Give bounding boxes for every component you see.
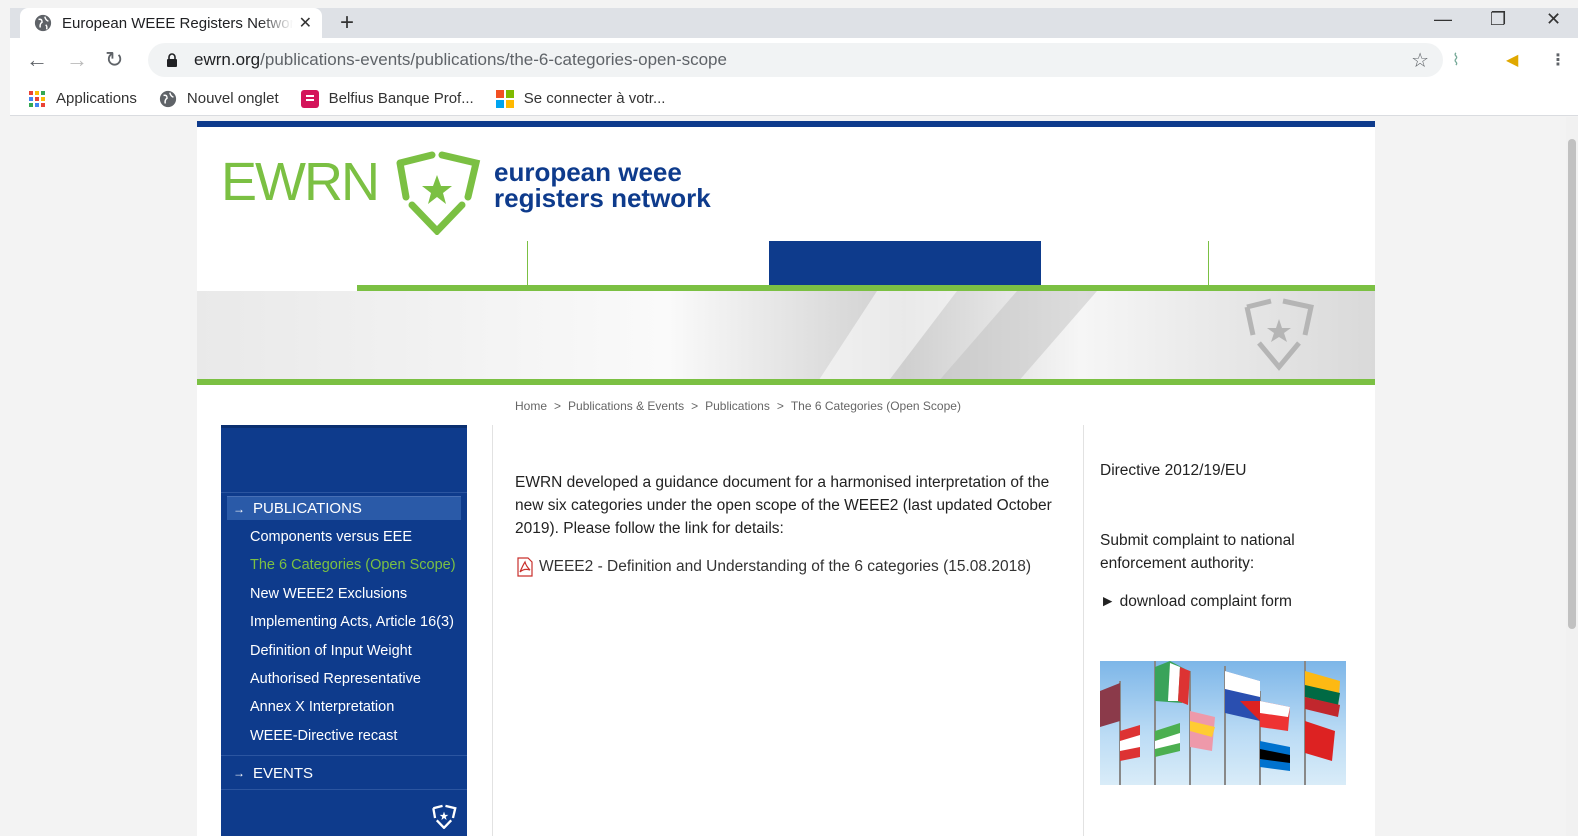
bookmark-belfius[interactable]: Belfius Banque Prof... [300, 89, 474, 108]
new-tab-icon[interactable]: + [340, 8, 354, 38]
pdf-icon [517, 557, 533, 577]
sidebar-section-label: PUBLICATIONS [253, 500, 362, 517]
tab-strip: European WEEE Registers Network ✕ + — ❐ … [10, 8, 1578, 38]
bookmark-label: Se connecter à votr... [523, 90, 666, 107]
site-header: EWRN european weee registers network [197, 127, 1375, 241]
nav-item-active[interactable] [769, 241, 1041, 291]
bookmark-star-icon[interactable]: ☆ [1411, 48, 1429, 73]
sidebar-item-implementing-acts[interactable]: Implementing Acts, Article 16(3) [250, 614, 454, 630]
extension-2-icon[interactable]: ◀ [1506, 50, 1518, 70]
sidebar-item-authorised-rep[interactable]: Authorised Representative [250, 671, 421, 687]
back-icon[interactable]: ← [26, 48, 48, 72]
reload-icon[interactable]: ↻ [105, 48, 123, 72]
menu-kebab-icon[interactable]: ⋮ [1550, 50, 1566, 70]
vertical-scrollbar[interactable] [1566, 117, 1578, 836]
logo-line1: european weee [494, 157, 682, 187]
sidebar: → PUBLICATIONS Components versus EEE The … [221, 425, 467, 836]
flags-graphic [1100, 661, 1340, 785]
sidebar-item-components[interactable]: Components versus EEE [250, 529, 412, 545]
breadcrumb-publications[interactable]: Publications [705, 399, 770, 413]
sidebar-divider [221, 755, 467, 756]
sidebar-item-input-weight[interactable]: Definition of Input Weight [250, 643, 412, 659]
address-bar[interactable]: ewrn.org/publications-events/publication… [148, 43, 1443, 77]
bookmark-label: Nouvel onglet [186, 90, 279, 107]
forward-icon[interactable]: → [66, 48, 88, 72]
sidebar-logo-icon [432, 804, 457, 829]
main-intro-text: EWRN developed a guidance document for a… [515, 474, 1052, 537]
browser-tab[interactable]: European WEEE Registers Network ✕ [20, 8, 322, 38]
hero-banner [197, 291, 1375, 383]
breadcrumb: Home > Publications & Events > Publications >… [515, 399, 961, 413]
eu-flags-image[interactable] [1100, 661, 1346, 785]
nav-separator [1208, 241, 1209, 291]
lock-icon [167, 53, 177, 67]
sidebar-item-directive-recast[interactable]: WEEE-Directive recast [250, 728, 397, 744]
bookmark-label: Applications [56, 90, 137, 107]
breadcrumb-home[interactable]: Home [515, 399, 547, 413]
microsoft-icon [495, 89, 514, 108]
minimize-icon[interactable]: — [1434, 8, 1452, 30]
column-divider [492, 425, 493, 836]
logo-abbr[interactable]: EWRN [221, 151, 380, 213]
download-complaint-link[interactable]: ► download complaint form [1100, 590, 1292, 613]
apps-grid-icon [29, 90, 45, 107]
directive-text[interactable]: Directive 2012/19/EU [1100, 459, 1246, 482]
breadcrumb-current: The 6 Categories (Open Scope) [790, 399, 961, 413]
breadcrumb-publications-events[interactable]: Publications & Events [568, 399, 684, 413]
logo-text: european weee registers network [494, 159, 711, 211]
sidebar-item-6-categories[interactable]: The 6 Categories (Open Scope) [250, 557, 456, 573]
scrollbar-thumb[interactable] [1568, 139, 1576, 629]
page-viewport: EWRN european weee registers network Hom… [10, 117, 1578, 836]
sidebar-item-exclusions[interactable]: New WEEE2 Exclusions [250, 586, 407, 602]
sidebar-divider [221, 492, 467, 493]
extension-icon[interactable]: ⌇ [1452, 50, 1460, 70]
sidebar-section-publications[interactable]: → PUBLICATIONS [227, 496, 461, 520]
arrow-right-icon: → [233, 766, 245, 780]
pdf-download-link[interactable]: WEEE2 - Definition and Understanding of … [515, 557, 1031, 577]
hero-graphic [817, 291, 1314, 383]
nav-separator [527, 241, 528, 291]
hero-green-line [197, 379, 1375, 385]
sidebar-divider [221, 789, 467, 790]
bookmark-microsoft[interactable]: Se connecter à votr... [495, 89, 666, 108]
bookmarks-bar: Applications Nouvel onglet Belfius Banqu… [10, 82, 1578, 116]
pdf-link-text: WEEE2 - Definition and Understanding of … [539, 558, 1031, 575]
belfius-icon [300, 89, 319, 108]
column-divider [1083, 425, 1084, 836]
browser-toolbar: ← → ↻ ewrn.org/publications-events/publi… [10, 38, 1578, 82]
logo-line2: registers network [494, 183, 711, 213]
bookmark-new-tab[interactable]: Nouvel onglet [159, 90, 279, 108]
close-window-icon[interactable]: ✕ [1546, 8, 1561, 30]
tab-title: European WEEE Registers Network [62, 14, 293, 32]
logo-watermark-icon [1244, 298, 1314, 371]
sidebar-section-label: EVENTS [253, 764, 314, 782]
main-nav [197, 241, 1375, 291]
bookmark-label: Belfius Banque Prof... [328, 90, 474, 107]
restore-icon[interactable]: ❐ [1490, 8, 1506, 30]
sidebar-item-annex-x[interactable]: Annex X Interpretation [250, 699, 394, 715]
sidebar-section-events[interactable]: → EVENTS [227, 761, 313, 785]
site-container: EWRN european weee registers network Hom… [197, 121, 1375, 836]
ewrn-logo-icon[interactable] [392, 145, 482, 235]
globe-icon [34, 14, 52, 32]
complaint-text: Submit complaint to national enforcement… [1100, 532, 1295, 572]
arrow-right-icon: → [233, 501, 245, 516]
close-tab-icon[interactable]: ✕ [299, 13, 312, 33]
bookmark-applications[interactable]: Applications [28, 90, 137, 108]
url-domain: ewrn.org [194, 50, 261, 69]
globe-icon [159, 90, 176, 107]
url-path: /publications-events/publications/the-6-… [260, 50, 727, 69]
